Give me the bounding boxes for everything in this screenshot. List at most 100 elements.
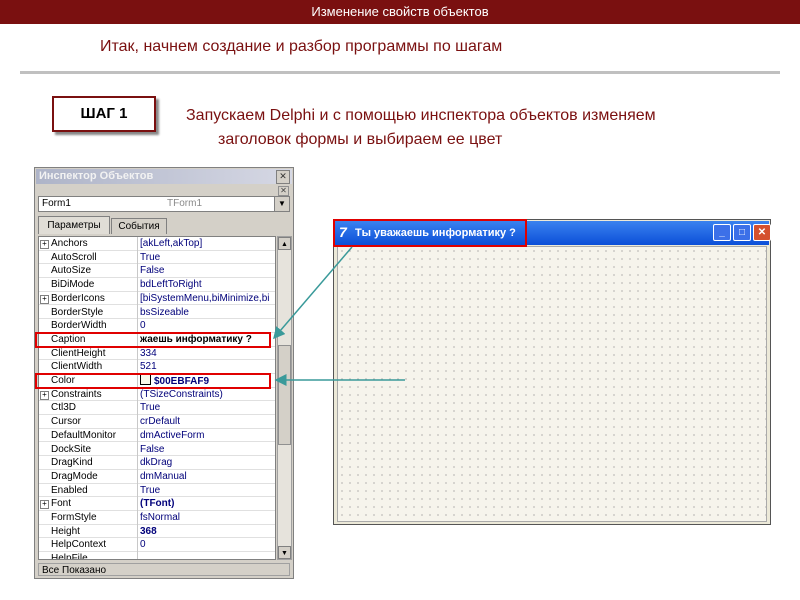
property-row[interactable]: Enabled True: [39, 483, 275, 498]
property-name: DragKind: [51, 457, 93, 469]
property-value[interactable]: dkDrag: [140, 456, 275, 470]
step-description-line1: Запускаем Delphi и с помощью инспектора …: [186, 107, 656, 124]
property-row[interactable]: + Anchors [akLeft,akTop]: [39, 237, 275, 251]
scroll-thumb[interactable]: [278, 345, 291, 445]
object-selector[interactable]: Form1 TForm1 ▼: [38, 196, 290, 212]
property-row[interactable]: HelpFile: [39, 552, 275, 560]
property-row[interactable]: + Font (TFont): [39, 497, 275, 512]
expand-icon[interactable]: +: [40, 240, 49, 249]
property-name: BorderIcons: [51, 292, 105, 304]
chevron-down-icon[interactable]: ▼: [274, 197, 289, 211]
property-value[interactable]: 334: [140, 347, 275, 361]
property-row[interactable]: BorderWidth 0: [39, 319, 275, 334]
property-value-text: True: [140, 251, 161, 263]
column-divider: [137, 511, 138, 525]
property-row[interactable]: DefaultMonitor dmActiveForm: [39, 428, 275, 443]
column-divider: [137, 278, 138, 293]
pin-close-icon[interactable]: ✕: [278, 186, 289, 196]
property-row[interactable]: Height 368: [39, 524, 275, 539]
property-value-text: True: [140, 484, 161, 496]
color-highlight: [35, 373, 271, 389]
property-row[interactable]: Cursor crDefault: [39, 415, 275, 430]
property-value[interactable]: True: [140, 484, 275, 498]
column-divider: [137, 250, 138, 265]
minimize-icon[interactable]: _: [713, 224, 731, 241]
property-name: HelpContext: [51, 539, 107, 551]
property-row[interactable]: ClientHeight 334: [39, 346, 275, 361]
column-divider: [137, 415, 138, 430]
inspector-status: Все Показано: [38, 563, 290, 576]
object-type: TForm1: [167, 198, 202, 209]
property-name: Cursor: [51, 416, 82, 428]
property-value[interactable]: [biSystemMenu,biMinimize,bi: [140, 292, 275, 306]
property-value-text: bdLeftToRight: [140, 279, 202, 291]
property-value[interactable]: crDefault: [140, 415, 275, 429]
property-row[interactable]: DragKind dkDrag: [39, 456, 275, 471]
tab-properties[interactable]: Параметры: [38, 216, 110, 234]
column-divider: [137, 524, 138, 539]
expand-icon[interactable]: +: [40, 390, 49, 400]
property-value-text: dkDrag: [140, 457, 173, 469]
property-value[interactable]: fsNormal: [140, 511, 275, 525]
property-row[interactable]: Ctl3D True: [39, 401, 275, 416]
maximize-icon[interactable]: □: [733, 224, 751, 241]
property-name: BorderStyle: [51, 306, 104, 318]
property-row[interactable]: AutoSize False: [39, 264, 275, 279]
property-name: ClientWidth: [51, 361, 103, 373]
property-row[interactable]: HelpContext 0: [39, 538, 275, 553]
property-value-text: [akLeft,akTop]: [140, 238, 203, 249]
property-value[interactable]: True: [140, 401, 275, 415]
caption-highlight: [35, 332, 271, 348]
property-row[interactable]: BorderStyle bsSizeable: [39, 305, 275, 320]
property-value[interactable]: 521: [140, 360, 275, 374]
property-row[interactable]: DragMode dmManual: [39, 469, 275, 484]
property-name: HelpFile: [51, 553, 88, 560]
property-row[interactable]: AutoScroll True: [39, 250, 275, 265]
tab-events[interactable]: События: [111, 218, 167, 234]
property-row[interactable]: BiDiMode bdLeftToRight: [39, 278, 275, 293]
property-name: FormStyle: [51, 512, 97, 523]
close-icon[interactable]: ✕: [276, 170, 290, 184]
property-name: Constraints: [51, 388, 102, 400]
window-close-icon[interactable]: ✕: [753, 224, 771, 241]
property-name: Enabled: [51, 484, 88, 496]
form-client-area[interactable]: [337, 246, 767, 522]
property-value[interactable]: (TSizeConstraints): [140, 388, 275, 402]
property-value[interactable]: bdLeftToRight: [140, 278, 275, 292]
property-row[interactable]: FormStyle fsNormal: [39, 511, 275, 525]
form-preview-window: 7 Ты уважаешь информатику ? _ □ ✕: [333, 219, 771, 525]
property-name: Height: [51, 525, 80, 537]
property-value[interactable]: 368: [140, 525, 275, 539]
form-caption-highlight: [333, 219, 527, 247]
property-value-text: fsNormal: [140, 512, 181, 523]
property-row[interactable]: ClientWidth 521: [39, 360, 275, 375]
property-row[interactable]: DockSite False: [39, 442, 275, 457]
property-row[interactable]: + Constraints (TSizeConstraints): [39, 387, 275, 402]
property-value[interactable]: 0: [140, 319, 275, 333]
property-value[interactable]: True: [140, 251, 275, 265]
property-value[interactable]: (TFont): [140, 497, 275, 511]
property-value-text: dmActiveForm: [140, 429, 205, 441]
scroll-down-icon[interactable]: ▼: [278, 546, 291, 559]
column-divider: [137, 291, 138, 306]
property-value[interactable]: dmManual: [140, 470, 275, 484]
property-value[interactable]: False: [140, 443, 275, 457]
scroll-up-icon[interactable]: ▲: [278, 237, 291, 250]
property-value-text: False: [140, 265, 165, 277]
property-scrollbar[interactable]: ▲ ▼: [277, 236, 292, 560]
expand-icon[interactable]: +: [40, 500, 49, 510]
expand-icon[interactable]: +: [40, 294, 49, 304]
property-value[interactable]: False: [140, 264, 275, 278]
property-value-text: 0: [140, 539, 146, 551]
property-row[interactable]: + BorderIcons [biSystemMenu,biMinimize,bi: [39, 291, 275, 306]
header-title: Изменение свойств объектов: [311, 4, 489, 19]
property-value[interactable]: bsSizeable: [140, 306, 275, 320]
property-value-text: False: [140, 443, 165, 455]
property-value[interactable]: [akLeft,akTop]: [140, 237, 275, 251]
column-divider: [137, 469, 138, 484]
property-value[interactable]: dmActiveForm: [140, 429, 275, 443]
column-divider: [137, 237, 138, 251]
property-value-text: crDefault: [140, 416, 181, 428]
inspector-titlebar: Инспектор Объектов ✕: [36, 169, 292, 184]
property-value[interactable]: 0: [140, 538, 275, 552]
